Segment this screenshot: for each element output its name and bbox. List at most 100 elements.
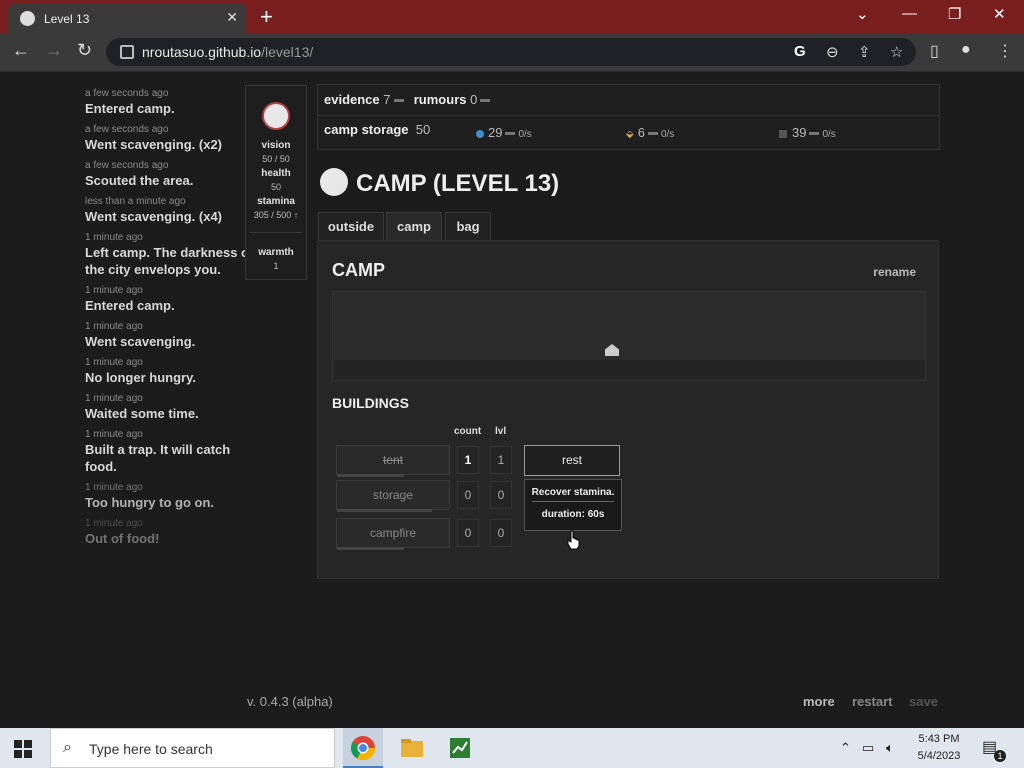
log-time: 1 minute ago bbox=[85, 482, 143, 493]
log-entry: 1 minute ago Waited some time. bbox=[85, 393, 255, 422]
health-value: 50 bbox=[270, 182, 281, 192]
water-rate: 0/s bbox=[518, 129, 532, 140]
food-icon: ⬙ bbox=[626, 129, 634, 140]
message-log: a few seconds ago Entered camp. a few seco… bbox=[85, 88, 255, 554]
warmth-label: warmth bbox=[258, 247, 294, 258]
app-icon[interactable] bbox=[446, 734, 474, 762]
chrome-taskbar-button[interactable] bbox=[343, 728, 383, 768]
log-message: No longer hungry. bbox=[85, 370, 196, 385]
restart-button[interactable]: restart bbox=[852, 694, 892, 709]
log-time: 1 minute ago bbox=[85, 232, 143, 243]
camp-icon bbox=[320, 167, 348, 196]
log-time: 1 minute ago bbox=[85, 285, 143, 296]
log-entry: 1 minute ago Left camp. The darkness of t… bbox=[85, 232, 255, 278]
log-time: 1 minute ago bbox=[85, 393, 143, 404]
log-time: 1 minute ago bbox=[85, 429, 143, 440]
log-time: a few seconds ago bbox=[85, 160, 169, 171]
lvl-column-header: lvl bbox=[495, 426, 507, 437]
camp-visualization bbox=[332, 291, 926, 381]
count-column-header: count bbox=[454, 426, 482, 437]
back-icon[interactable]: ← bbox=[12, 40, 30, 61]
reload-icon[interactable]: ↻ bbox=[77, 40, 92, 61]
system-clock[interactable]: 5:43 PM 5/4/2023 bbox=[912, 731, 966, 765]
zoom-icon[interactable]: ⊖ bbox=[826, 43, 839, 61]
tooltip-line: duration: 60s bbox=[541, 509, 605, 520]
url-host: nroutasuo.github.io bbox=[142, 44, 262, 60]
profile-icon[interactable]: ● bbox=[961, 41, 971, 59]
share-icon[interactable]: ⇪ bbox=[858, 43, 871, 61]
bookmark-star-icon[interactable]: ☆ bbox=[890, 43, 903, 61]
clock-time: 5:43 PM bbox=[918, 733, 960, 745]
save-button[interactable]: save bbox=[909, 694, 938, 709]
camp-panel: CAMP rename BUILDINGS count lvl tent 1 1 st… bbox=[317, 240, 939, 579]
rumours-label: rumours bbox=[413, 92, 467, 107]
url-path: /level13/ bbox=[261, 44, 314, 60]
log-entry: 1 minute ago Built a trap. It will catch … bbox=[85, 429, 255, 475]
resource-bar: evidence 7 rumours 0 camp storage 50 29 0… bbox=[317, 84, 940, 150]
tab-bag[interactable]: bag bbox=[445, 212, 491, 241]
tab-search-icon[interactable]: ⌄ bbox=[856, 5, 869, 23]
close-window-icon[interactable]: ✕ bbox=[993, 5, 1006, 23]
tab-camp[interactable]: camp bbox=[386, 212, 442, 241]
build-tent-button[interactable]: tent bbox=[336, 445, 450, 477]
log-time: 1 minute ago bbox=[85, 357, 143, 368]
camp-storage-value: 50 bbox=[415, 122, 431, 137]
rumours-value: 0 bbox=[470, 92, 478, 107]
build-progress-bar bbox=[337, 547, 405, 550]
file-explorer-icon[interactable] bbox=[398, 734, 426, 762]
browser-tab[interactable]: Level 13 ✕ bbox=[8, 3, 246, 33]
log-time: 1 minute ago bbox=[85, 321, 143, 332]
page-title: CAMP (LEVEL 13) bbox=[320, 167, 559, 199]
building-name: tent bbox=[382, 453, 403, 467]
log-message: Built a trap. It will catch food. bbox=[85, 442, 231, 474]
build-campfire-button[interactable]: campfire bbox=[336, 518, 450, 550]
log-message: Went scavenging. (x2) bbox=[85, 137, 223, 152]
taskbar: ⌕ Type here to search ⌃ ▭ 🔈︎ 5:43 PM 5/4… bbox=[0, 728, 1024, 768]
camp-heading: CAMP bbox=[332, 260, 385, 280]
hand-cursor-icon bbox=[567, 530, 580, 550]
ground-strip bbox=[333, 360, 925, 380]
log-message: Waited some time. bbox=[85, 406, 199, 421]
log-entry: less than a minute ago Went scavenging. (… bbox=[85, 196, 255, 225]
rename-button[interactable]: rename bbox=[873, 265, 916, 279]
player-avatar bbox=[262, 102, 290, 130]
favicon-icon bbox=[20, 11, 35, 26]
volume-icon[interactable]: 🔈︎ bbox=[886, 740, 894, 756]
show-hidden-icons-icon[interactable]: ⌃ bbox=[840, 740, 851, 756]
tab-outside[interactable]: outside bbox=[318, 212, 384, 241]
building-level: 0 bbox=[490, 481, 512, 509]
search-icon: ⌕ bbox=[63, 739, 72, 756]
vision-value: 50 / 50 bbox=[262, 154, 290, 164]
taskbar-search-input[interactable]: ⌕ Type here to search bbox=[50, 728, 335, 768]
build-storage-button[interactable]: storage bbox=[336, 480, 450, 512]
log-message: Out of food! bbox=[85, 531, 160, 546]
address-bar-area: ← → ↻ nroutasuo.github.io/level13/ G ⊖ ⇪… bbox=[0, 33, 1024, 72]
rest-tooltip: Recover stamina. duration: 60s bbox=[524, 479, 622, 531]
windows-start-icon[interactable] bbox=[14, 740, 32, 758]
more-button[interactable]: more bbox=[803, 694, 835, 709]
restore-icon[interactable]: ❐ bbox=[948, 5, 961, 23]
url-input[interactable]: nroutasuo.github.io/level13/ G ⊖ ⇪ ☆ bbox=[106, 38, 916, 66]
search-placeholder: Type here to search bbox=[89, 741, 213, 757]
network-icon[interactable]: ▭ bbox=[862, 740, 874, 756]
water-icon bbox=[476, 129, 484, 138]
log-entry: 1 minute ago Went scavenging. bbox=[85, 321, 255, 350]
browser-tab-title: Level 13 bbox=[44, 12, 90, 26]
close-tab-icon[interactable]: ✕ bbox=[226, 9, 238, 26]
food-rate: 0/s bbox=[660, 129, 675, 140]
rest-button[interactable]: rest bbox=[524, 445, 620, 476]
menu-icon[interactable]: ⋮ bbox=[997, 41, 1013, 61]
divider bbox=[250, 232, 302, 233]
side-panel-icon[interactable]: ▯ bbox=[930, 41, 939, 61]
player-stats-panel: vision 50 / 50 health 50 stamina 305 / 5… bbox=[245, 85, 307, 280]
google-icon[interactable]: G bbox=[794, 43, 806, 60]
forward-icon[interactable]: → bbox=[45, 40, 63, 61]
stamina-label: stamina bbox=[257, 196, 295, 207]
log-time: less than a minute ago bbox=[85, 196, 186, 207]
log-message: Scouted the area. bbox=[85, 173, 194, 188]
minimize-icon[interactable]: — bbox=[902, 5, 917, 22]
game-page: a few seconds ago Entered camp. a few seco… bbox=[0, 72, 1024, 728]
vision-label: vision bbox=[261, 140, 291, 151]
log-message: Left camp. The darkness of the city enve… bbox=[85, 245, 254, 277]
new-tab-icon[interactable]: + bbox=[260, 4, 273, 30]
